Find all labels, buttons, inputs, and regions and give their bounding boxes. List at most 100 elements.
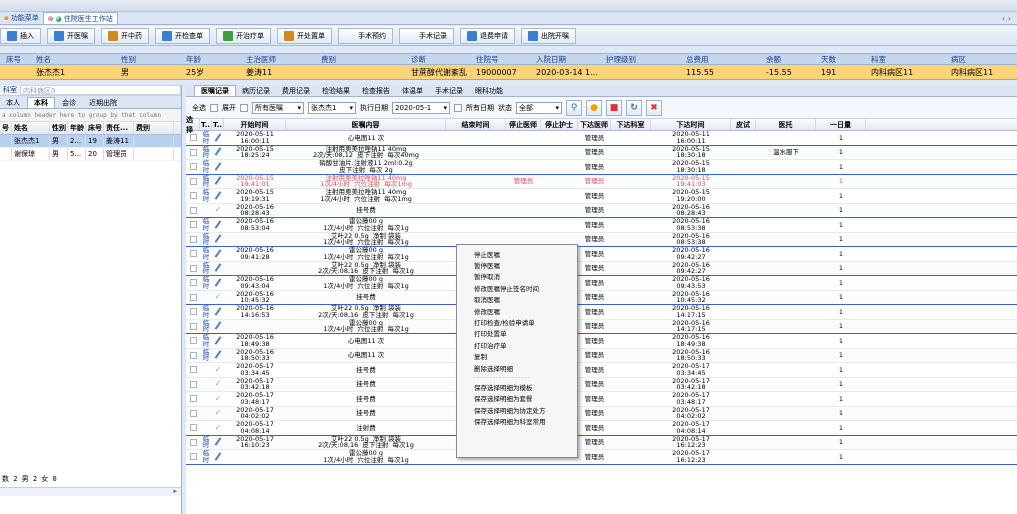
pause-icon[interactable]: ● — [586, 99, 602, 116]
order-row[interactable]: 临 时 2020-05-16 18:50:33 心电图11 次 管理员 2020-05-… — [186, 348, 1017, 363]
order-select-cell[interactable] — [186, 436, 200, 450]
order-checkbox[interactable] — [189, 322, 197, 330]
order-select-cell[interactable] — [186, 392, 200, 406]
patient-col-header[interactable]: 性别 — [50, 122, 68, 134]
order-edit-cell[interactable] — [212, 233, 224, 247]
order-select-cell[interactable] — [186, 247, 200, 261]
order-row[interactable]: 临 时 2020-05-16 18:49:38 心电图11 次 管理员 2020-05-… — [186, 334, 1017, 349]
order-row[interactable]: 临 时 艾叶22 0.5g 净制 袋装 2次/天:08,16 皮下注射 每次1g 管… — [186, 261, 1017, 276]
order-select-cell[interactable] — [186, 450, 200, 464]
orders-col-header[interactable]: 开始时间 — [224, 119, 286, 130]
dept-search-input[interactable]: 内科病区0 — [20, 85, 181, 95]
order-row[interactable]: 临 时 2020-05-15 19:19:31 注射用奥美拉唑钠11 40mg 1次… — [186, 189, 1017, 204]
order-edit-cell[interactable] — [212, 436, 224, 450]
order-edit-cell[interactable]: ✓ — [212, 291, 224, 305]
record-tab-3[interactable]: 检验结果 — [316, 85, 356, 96]
tab-inpatient-doctor[interactable]: ⊗ ◕ 住院医生工作站 — [42, 12, 118, 24]
order-row[interactable]: 临 时 2020-05-17 16:10:23 艾叶22 0.5g 净制 袋装 2次… — [186, 435, 1017, 450]
menu-item-14[interactable]: 保存选择明细为协定处方 — [457, 404, 577, 415]
order-select-cell[interactable] — [186, 320, 200, 334]
order-row[interactable]: 临 时 2020-05-16 09:43:04 雷公藤00 g 1次/4小时 穴位注… — [186, 276, 1017, 291]
order-select-cell[interactable] — [186, 204, 200, 218]
tab-function-menu[interactable]: ▪ 功能菜单 — [0, 12, 43, 24]
order-row[interactable]: 临 时 2020-05-11 16:00:11 心电图11 次 管理员 2020-05-… — [186, 131, 1017, 146]
order-edit-cell[interactable] — [212, 334, 224, 348]
menu-item-7[interactable]: 打印处置单 — [457, 328, 577, 339]
order-row[interactable]: 临 时 2020-05-15 19:41:01 注射用奥美拉唑钠11 40mg 1次… — [186, 174, 1017, 189]
order-select-cell[interactable] — [186, 233, 200, 247]
orders-col-header[interactable]: 选择 — [186, 116, 200, 134]
order-row[interactable]: ✓ 2020-05-17 03:34:45 挂号费 管理员 2020-05-17 03:… — [186, 363, 1017, 378]
toolbar-button-2[interactable]: 开中药 — [101, 27, 149, 44]
edit-pen-icon[interactable] — [214, 351, 222, 359]
order-edit-cell[interactable] — [212, 450, 224, 464]
patient-col-header[interactable]: 费别 — [134, 122, 174, 134]
tab-scroll-arrows[interactable]: ‹ › — [1002, 14, 1017, 23]
menu-item-5[interactable]: 修改医嘱 — [457, 305, 577, 316]
order-edit-cell[interactable]: ✓ — [212, 363, 224, 377]
edit-pen-icon[interactable] — [214, 163, 222, 171]
order-row[interactable]: 临 时 2020-05-16 14:16:53 艾叶22 0.5g 净制 袋装 2次… — [186, 305, 1017, 320]
order-edit-cell[interactable]: ✓ — [212, 421, 224, 435]
edit-pen-icon[interactable] — [214, 250, 222, 258]
order-checkbox[interactable] — [189, 380, 197, 388]
order-checkbox[interactable] — [189, 148, 197, 156]
order-checkbox[interactable] — [189, 308, 197, 316]
order-edit-cell[interactable] — [212, 131, 224, 145]
stop-icon[interactable]: ■ — [606, 99, 622, 116]
menu-item-10[interactable]: 删除选择明细 — [457, 362, 577, 373]
edit-pen-icon[interactable] — [214, 134, 222, 142]
edit-pen-icon[interactable] — [214, 235, 222, 243]
patient-row[interactable]: 张杰杰1 男 2... 19 姜涛11 — [0, 135, 181, 148]
exec-date-picker[interactable]: 2020-05-1 ▾ — [392, 101, 450, 114]
order-select-cell[interactable] — [186, 276, 200, 290]
order-select-cell[interactable] — [186, 146, 200, 160]
select-all-checkbox[interactable] — [210, 103, 218, 112]
edit-pen-icon[interactable] — [214, 337, 222, 345]
order-row[interactable]: ✓ 2020-05-17 04:02:02 挂号费 管理员 2020-05-17 04:… — [186, 406, 1017, 421]
order-checkbox[interactable] — [189, 395, 197, 403]
order-row[interactable]: ✓ 2020-05-17 04:08:14 注射费 管理员 2020-05-17 04:… — [186, 421, 1017, 436]
menu-item-2[interactable]: 暂停取消 — [457, 271, 577, 282]
order-select-cell[interactable] — [186, 407, 200, 421]
menu-item-4[interactable]: 取消医嘱 — [457, 294, 577, 305]
menu-item-15[interactable]: 保存选择明细为科室常用 — [457, 415, 577, 426]
order-edit-cell[interactable] — [212, 189, 224, 203]
orders-col-header[interactable]: 皮试 — [731, 119, 756, 130]
orders-col-header[interactable]: T.. — [212, 119, 224, 130]
orders-col-header[interactable]: 医托 — [756, 119, 816, 130]
order-select-cell[interactable] — [186, 218, 200, 232]
order-checkbox[interactable] — [189, 235, 197, 243]
menu-item-0[interactable]: 停止医嘱 — [457, 248, 577, 259]
order-row[interactable]: 临 时 2020-05-15 18:25:24 注射用奥美拉唑钠11 40mg 2次… — [186, 145, 1017, 160]
order-checkbox[interactable] — [189, 424, 197, 432]
order-edit-cell[interactable] — [212, 276, 224, 290]
delete-icon[interactable]: ✖ — [646, 99, 662, 116]
record-tab-4[interactable]: 检查报告 — [356, 85, 396, 96]
horizontal-scrollbar[interactable]: ▸ — [0, 487, 181, 496]
refresh-icon[interactable]: ↻ — [626, 99, 642, 116]
all-dates-checkbox[interactable] — [454, 103, 462, 112]
patient-info-row[interactable]: 张杰杰1 男 25岁 姜涛11 甘蔗醇代谢紊乱 19000007 2020-03-14 1.… — [0, 65, 1017, 80]
order-row[interactable]: 临 时 2020-05-16 09:41:28 雷公藤00 g 1次/4小时 穴位注… — [186, 247, 1017, 262]
expand-checkbox[interactable] — [240, 103, 248, 112]
order-checkbox[interactable] — [189, 453, 197, 461]
toolbar-button-4[interactable]: 开治疗单 — [216, 27, 271, 44]
toolbar-button-9[interactable]: 出院开嘱 — [521, 27, 576, 44]
order-edit-cell[interactable] — [212, 218, 224, 232]
toolbar-button-0[interactable]: 插入 — [0, 27, 41, 44]
order-checkbox[interactable] — [189, 192, 197, 200]
orders-col-header[interactable]: T.. — [200, 119, 212, 130]
select-all-label[interactable]: 全选 — [192, 103, 206, 113]
order-select-cell[interactable] — [186, 378, 200, 392]
orders-col-header[interactable]: 一日量 — [816, 119, 866, 130]
toolbar-button-6[interactable]: 手术预约 — [338, 27, 393, 44]
order-checkbox[interactable] — [189, 163, 197, 171]
order-select-cell[interactable] — [186, 363, 200, 377]
order-checkbox[interactable] — [189, 438, 197, 446]
doctor-select[interactable]: 所有医嘱 ▾ — [252, 101, 304, 114]
order-edit-cell[interactable]: ✓ — [212, 204, 224, 218]
order-row[interactable]: 临 时 雷公藤00 g 1次/4小时 穴位注射 每次1g 管理员 2020-05-17… — [186, 450, 1017, 465]
order-checkbox[interactable] — [189, 206, 197, 214]
order-select-cell[interactable] — [186, 160, 200, 174]
